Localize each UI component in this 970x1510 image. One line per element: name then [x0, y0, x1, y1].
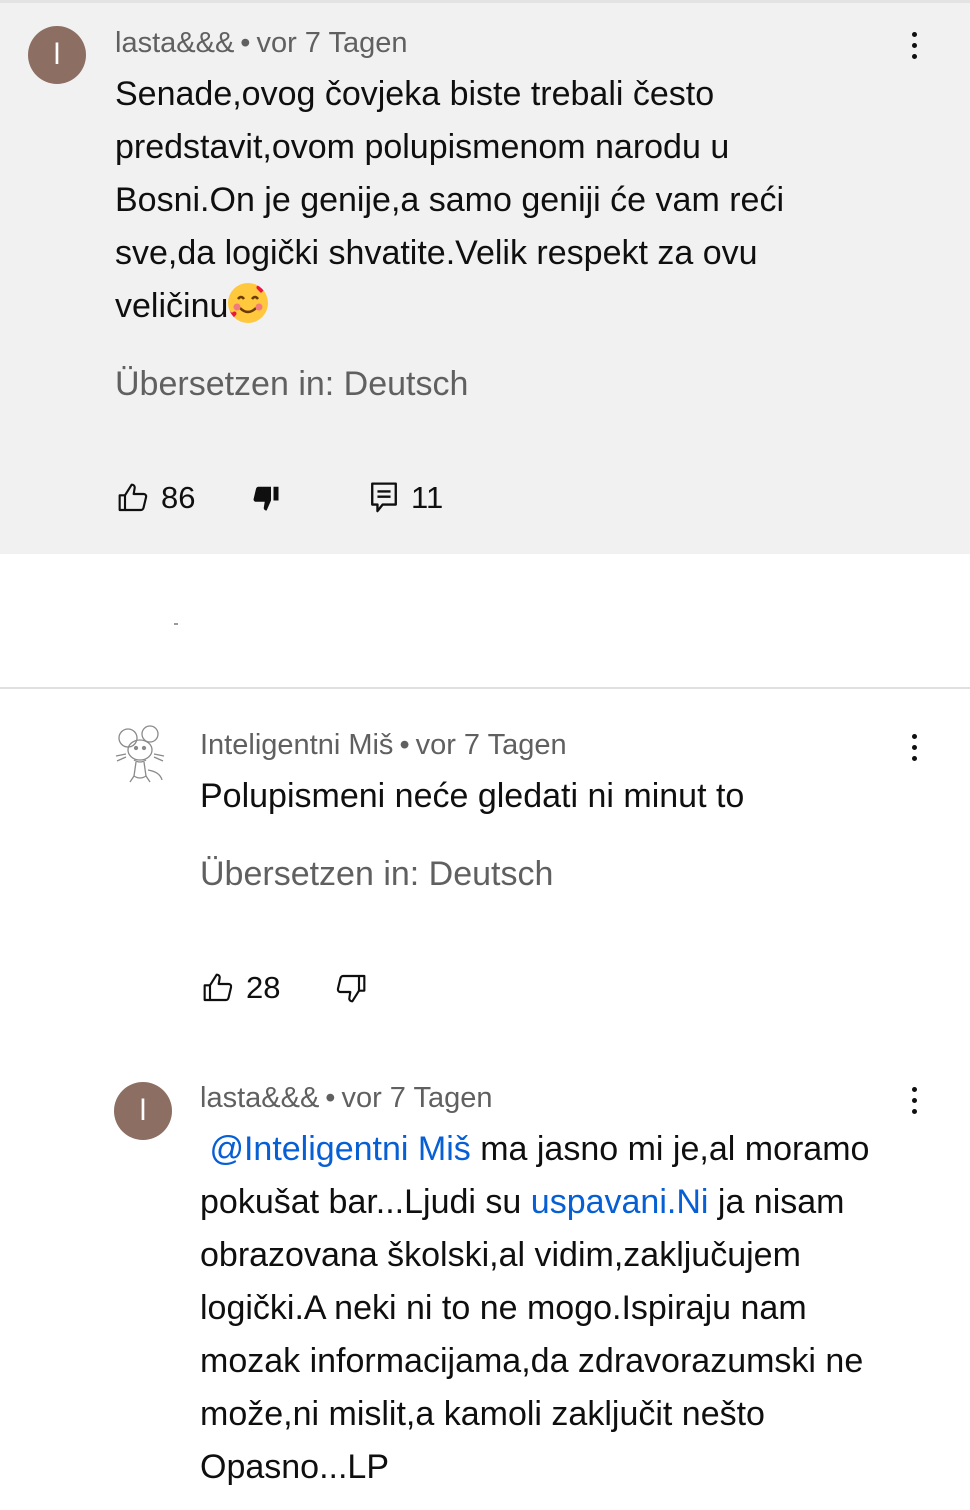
avatar[interactable]: l	[114, 1082, 172, 1140]
reply-text: Polupismeni neće gledati ni minut to	[200, 777, 745, 815]
section-divider	[0, 687, 970, 689]
more-options-button[interactable]	[899, 1080, 929, 1120]
more-options-button[interactable]	[899, 25, 929, 65]
comment-time: vor 7 Tagen	[341, 1082, 493, 1114]
avatar-mouse-sketch[interactable]	[114, 724, 170, 786]
reply-text: @Inteligentni Miš ma jasno mi je,al mora…	[200, 1123, 910, 1494]
reply-count: 11	[411, 480, 444, 515]
translate-link[interactable]: Übersetzen in: Deutsch	[115, 365, 468, 404]
text-link[interactable]: uspavani.Ni	[531, 1183, 709, 1221]
author-name[interactable]: lasta&&&	[200, 1082, 319, 1114]
more-options-button[interactable]	[899, 727, 929, 767]
dislike-button[interactable]	[251, 482, 281, 514]
smiling-face-with-hearts-icon	[228, 283, 269, 323]
comment-time: vor 7 Tagen	[415, 729, 567, 761]
meta-separator: •	[399, 729, 410, 761]
top-divider	[0, 0, 970, 3]
thumb-up-icon	[203, 973, 233, 1002]
reply-body-part-2: ja nisam obrazovana školski,al vidim,zak…	[200, 1183, 864, 1486]
reply-meta: lasta&&& • vor 7 Tagen	[200, 1082, 492, 1115]
comment-meta: lasta&&& • vor 7 Tagen	[115, 27, 407, 60]
meta-separator: •	[240, 27, 251, 59]
reply-meta: Inteligentni Miš • vor 7 Tagen	[200, 729, 567, 762]
thumb-down-filled-icon	[253, 486, 279, 511]
comment-time: vor 7 Tagen	[256, 27, 408, 59]
like-button[interactable]: 28	[202, 970, 280, 1006]
translate-link[interactable]: Übersetzen in: Deutsch	[200, 855, 553, 894]
reply-comment-icon	[371, 482, 397, 513]
meta-separator: •	[325, 1082, 336, 1114]
like-button[interactable]: 86	[117, 480, 195, 516]
like-count: 28	[246, 970, 281, 1005]
thumb-down-icon	[336, 974, 366, 1003]
dislike-button[interactable]	[335, 972, 367, 1004]
comment-text: Senade,ovog čovjeka biste trebali često …	[115, 68, 835, 333]
avatar[interactable]: l	[28, 26, 86, 84]
comment-body: Senade,ovog čovjeka biste trebali često …	[115, 75, 784, 325]
more-vert-icon	[911, 1086, 917, 1092]
speck	[174, 623, 178, 625]
thumb-up-icon	[118, 483, 148, 512]
author-name[interactable]: Inteligentni Miš	[200, 729, 393, 761]
like-count: 86	[161, 480, 196, 515]
author-name[interactable]: lasta&&&	[115, 27, 234, 59]
mention-link[interactable]: @Inteligentni Miš	[209, 1130, 470, 1168]
reply-button[interactable]: 11	[369, 480, 443, 516]
more-vert-icon	[911, 733, 917, 739]
more-vert-icon	[911, 31, 917, 37]
highlighted-comment: l lasta&&& • vor 7 Tagen Senade,ovog čovje…	[0, 0, 970, 554]
